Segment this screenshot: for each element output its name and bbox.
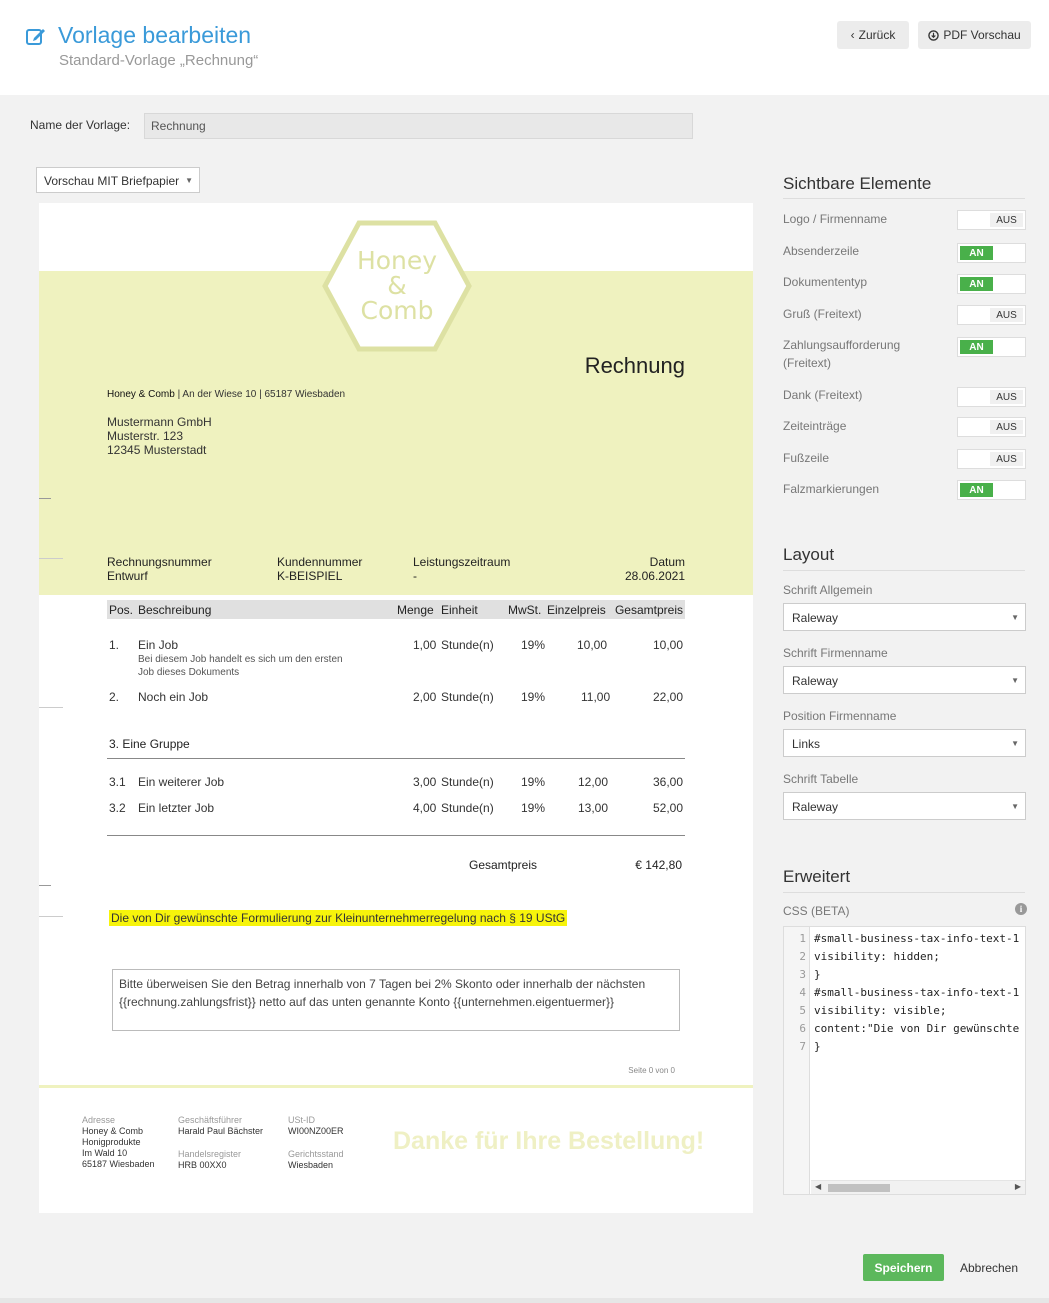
code-line: content:"Die von Dir gewünschte [814,1022,1020,1035]
fold-mark [39,707,63,708]
caret-down-icon: ▼ [1011,676,1019,685]
layout-title: Layout [783,545,835,564]
pdf-preview-button[interactable]: PDF Vorschau [918,21,1031,49]
sender-line: Honey & Comb | An der Wiese 10 | 65187 W… [107,389,346,400]
font-company-label: Schrift Firmenname [783,646,888,660]
small-business-tax-text: Die von Dir gewünschte Formulierung zur … [109,910,568,926]
fold-mark [39,916,63,917]
table-header: Pos. Beschreibung Menge Einheit MwSt. Ei… [107,600,685,619]
toggle-logo[interactable]: AUS [957,210,1026,230]
chevron-left-icon: ‹ [850,28,855,42]
css-label: CSS (BETA) [783,904,850,918]
service-period: Leistungszeitraum - [413,555,511,583]
caret-down-icon: ▼ [1011,613,1019,622]
toggle-payment-request[interactable]: AN [957,337,1026,357]
preview-mode-select[interactable]: Vorschau MIT Briefpapier ▼ [36,167,200,193]
fold-mark [39,498,51,499]
page-subtitle: Standard-Vorlage „Rechnung“ [59,52,259,69]
toggle-time-entries[interactable]: AUS [957,417,1026,437]
advanced-title: Erweitert [783,867,851,886]
company-logo: Honey & Comb [322,220,472,352]
footer-divider [39,1085,753,1088]
document-preview: Honey & Comb Rechnung Honey & Comb | An … [39,203,753,1213]
footer-vat-court: USt-ID WI00NZ00ER Gerichtsstand Wiesbade… [288,1115,344,1170]
toggle-label-logo: Logo / Firmenname [783,212,888,226]
template-name-label: Name der Vorlage: [30,118,131,132]
font-table-select[interactable]: Raleway ▼ [783,792,1026,820]
toggle-label-sender: Absenderzeile [783,244,860,258]
section-divider [783,892,1025,893]
invoice-number: Rechnungsnummer Entwurf [107,555,212,583]
company-position-label: Position Firmenname [783,709,897,723]
save-button[interactable]: Speichern [863,1254,944,1281]
recipient-address: Mustermann GmbH Musterstr. 123 12345 Mus… [107,415,212,457]
code-line: #small-business-tax-info-text-1 [814,932,1020,945]
footer-address: Adresse Honey & Comb Honigprodukte Im Wa… [82,1115,155,1169]
page-title: Vorlage bearbeiten [58,22,252,48]
group-title: 3. Eine Gruppe [109,737,190,751]
toggle-label-time-entries: Zeiteinträge [783,419,847,433]
toggle-label-payment-request: Zahlungsaufforderung (Freitext) [783,338,901,370]
code-line: } [814,1040,821,1053]
visible-elements-title: Sichtbare Elemente [783,174,932,193]
caret-down-icon: ▼ [1011,802,1019,811]
toggle-label-document-type: Dokumententyp [783,275,868,289]
divider [107,758,685,759]
css-editor[interactable]: 1 2 3 4 5 6 7 #small-business-tax-info-t… [783,926,1026,1195]
fold-mark [39,558,63,559]
code-line: visibility: visible; [814,1004,947,1017]
cancel-button[interactable]: Abbrechen [950,1254,1028,1281]
scrollbar-thumb[interactable] [828,1184,890,1192]
page-bottom-border [0,1298,1049,1303]
font-general-label: Schrift Allgemein [783,583,873,597]
info-icon[interactable]: i [1015,903,1027,915]
section-divider [783,570,1025,571]
thanks-text: Danke für Ihre Bestellung! [393,1127,705,1155]
toggle-greeting[interactable]: AUS [957,305,1026,325]
customer-number: Kundennummer K-BEISPIEL [277,555,363,583]
line-gutter: 1 2 3 4 5 6 7 [784,927,810,1194]
toggle-thanks[interactable]: AUS [957,387,1026,407]
total-label: Gesamtpreis [469,858,538,872]
font-company-select[interactable]: Raleway ▼ [783,666,1026,694]
code-line: #small-business-tax-info-text-1 [814,986,1020,999]
code-line: } [814,968,821,981]
payment-request-text: Bitte überweisen Sie den Betrag innerhal… [112,969,680,1031]
toggle-label-footer: Fußzeile [783,451,830,465]
back-button[interactable]: ‹ Zurück [837,21,909,49]
total-value: € 142,80 [635,858,682,872]
toggle-footer[interactable]: AUS [957,449,1026,469]
scroll-left-icon[interactable]: ◀ [815,1182,821,1191]
caret-down-icon: ▼ [1011,739,1019,748]
footer-ceo-register: Geschäftsführer Harald Paul Bächster Han… [178,1115,264,1170]
download-circle-icon [928,29,940,41]
scroll-right-icon[interactable]: ▶ [1015,1182,1021,1191]
svg-text:Comb: Comb [361,296,434,325]
toggle-document-type[interactable]: AN [957,274,1026,294]
page-header: Vorlage bearbeiten Standard-Vorlage „Rec… [0,0,1049,95]
toggle-label-fold-marks: Falzmarkierungen [783,482,880,496]
toggle-sender[interactable]: AN [957,243,1026,263]
section-divider [783,198,1025,199]
toggle-fold-marks[interactable]: AN [957,480,1026,500]
company-position-select[interactable]: Links ▼ [783,729,1026,757]
font-general-select[interactable]: Raleway ▼ [783,603,1026,631]
toggle-label-greeting: Gruß (Freitext) [783,307,862,321]
edit-icon [26,29,45,45]
template-name-input[interactable] [144,113,693,139]
font-table-label: Schrift Tabelle [783,772,859,786]
horizontal-scrollbar[interactable]: ◀ ▶ [811,1180,1025,1194]
document-type: Rechnung [584,353,685,378]
divider [107,835,685,836]
caret-down-icon: ▼ [185,176,193,185]
page-number: Seite 0 von 0 [628,1066,675,1075]
toggle-label-thanks: Dank (Freitext) [783,388,863,402]
invoice-date: Datum 28.06.2021 [624,555,685,583]
code-line: visibility: hidden; [814,950,940,963]
fold-mark [39,885,51,886]
